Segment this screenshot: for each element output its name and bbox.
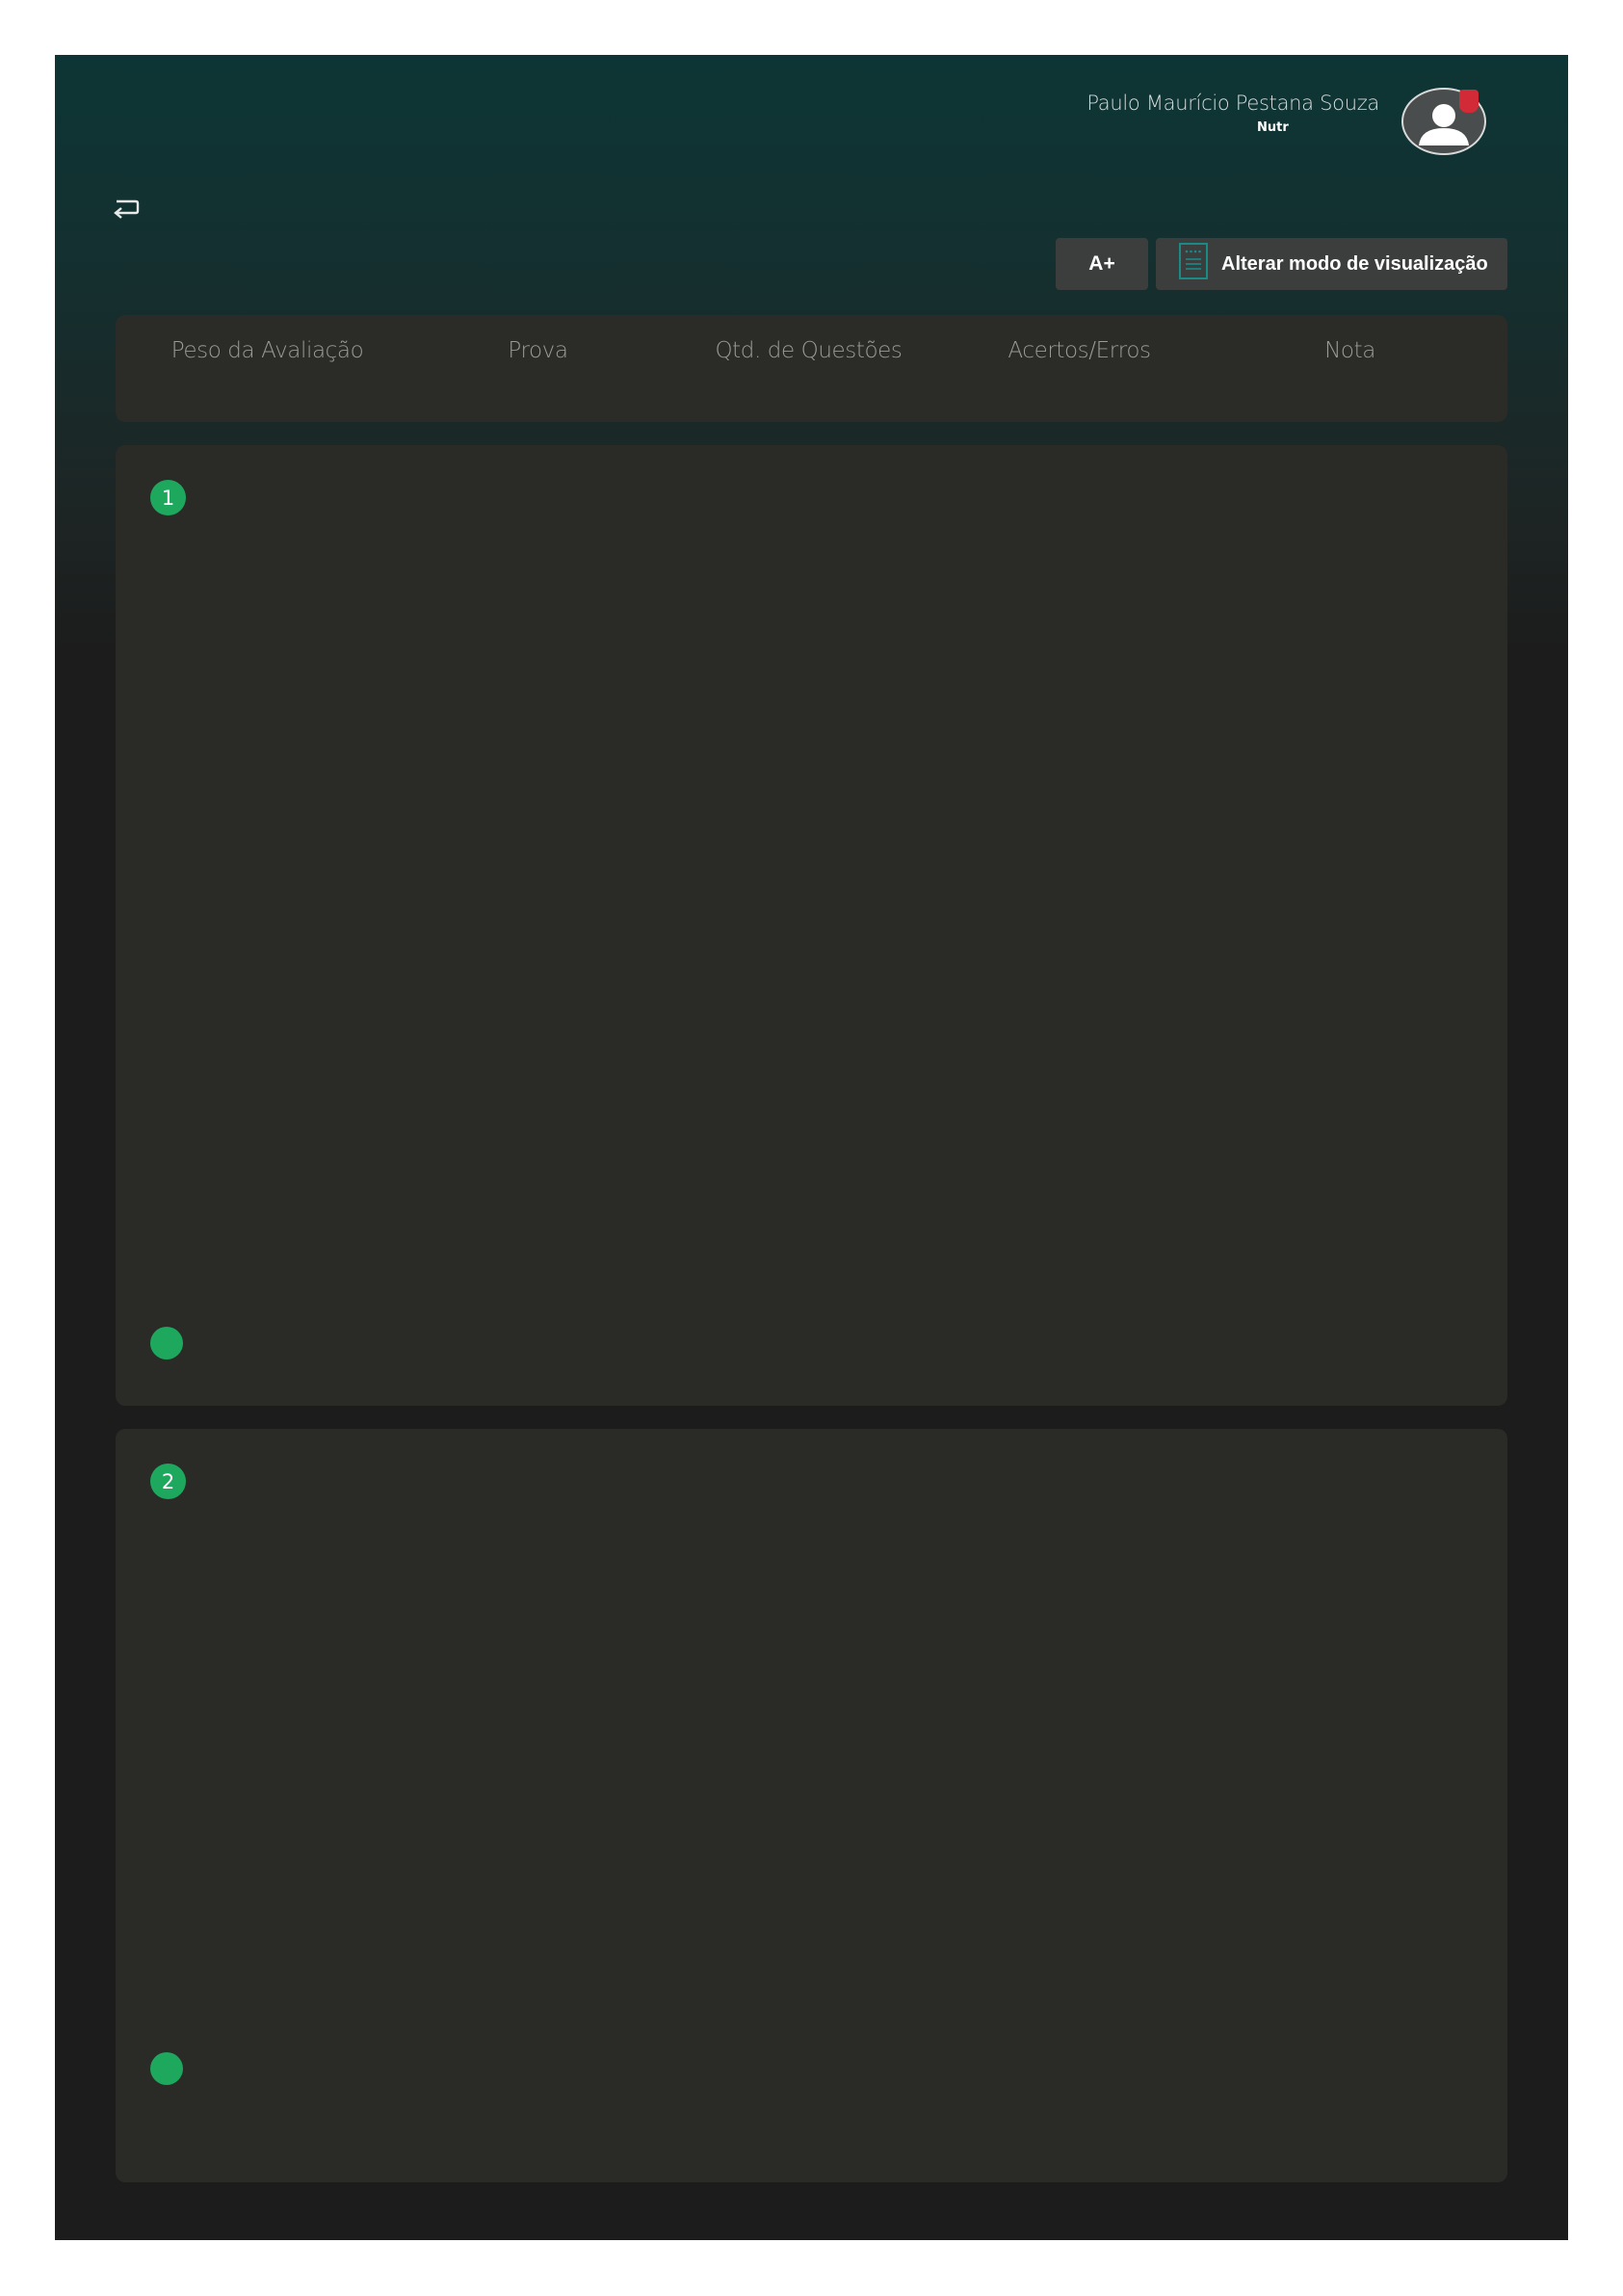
font-size-button[interactable]: A+ <box>1056 238 1148 290</box>
question-number-badge: 2 <box>150 1464 186 1499</box>
question-card: 1 <box>116 445 1507 1406</box>
column-nota: Nota <box>1324 338 1375 363</box>
font-size-label: A+ <box>1088 252 1115 275</box>
view-mode-label: Alterar modo de visualização <box>1221 252 1488 275</box>
column-qtd-questoes: Qtd. de Questões <box>715 338 903 363</box>
return-arrow-icon[interactable] <box>111 198 142 223</box>
notification-badge-icon[interactable] <box>1459 90 1479 113</box>
column-prova: Prova <box>508 338 568 363</box>
question-number-badge: 1 <box>150 480 186 515</box>
user-name: Paulo Maurício Pestana Souza <box>1086 92 1379 115</box>
view-mode-button[interactable]: Alterar modo de visualização <box>1156 238 1507 290</box>
document-icon <box>1179 243 1208 285</box>
column-peso: Peso da Avaliação <box>170 338 364 363</box>
answer-option-dot[interactable] <box>150 1327 183 1359</box>
user-role: Nutr <box>1257 120 1289 135</box>
question-card: 2 <box>116 1429 1507 2182</box>
column-acertos-erros: Acertos/Erros <box>1008 338 1151 363</box>
app-frame: Paulo Maurício Pestana Souza Nutr A+ Alt… <box>55 55 1568 2240</box>
results-header: Peso da Avaliação Prova Qtd. de Questões… <box>116 315 1507 422</box>
answer-option-dot[interactable] <box>150 2052 183 2085</box>
